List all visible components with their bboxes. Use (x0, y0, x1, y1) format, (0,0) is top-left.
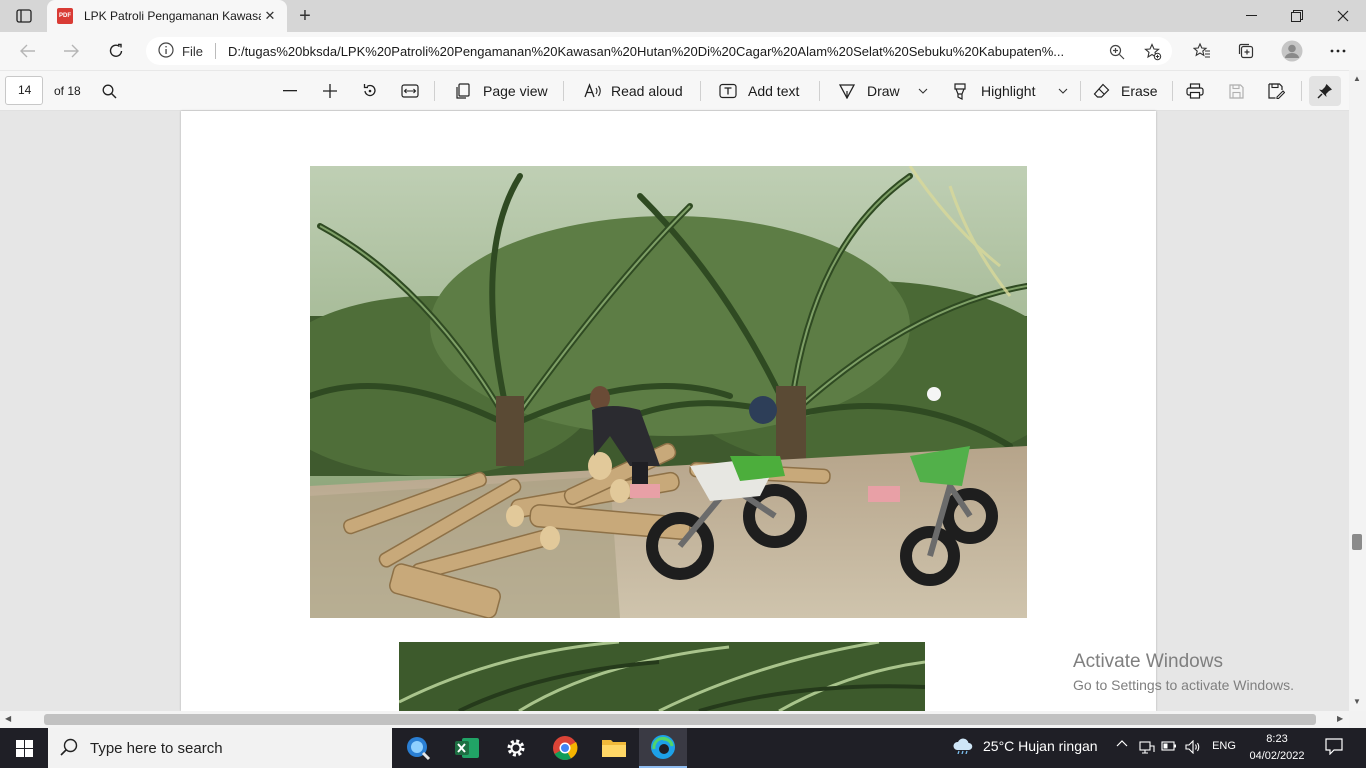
battery-icon[interactable] (1160, 740, 1178, 752)
windows-start-icon[interactable] (0, 728, 48, 768)
rotate-icon[interactable] (359, 82, 381, 100)
draw-button[interactable]: Draw (867, 83, 900, 99)
toolbar-divider (1172, 81, 1173, 101)
taskbar-app-excel-icon[interactable] (443, 728, 491, 768)
tab-close-icon[interactable]: ✕ (261, 7, 279, 25)
pdf-toolbar (0, 70, 1366, 111)
toolbar-divider (563, 81, 564, 101)
restore-button[interactable] (1274, 0, 1320, 32)
network-icon[interactable] (1138, 740, 1156, 754)
page-number-input[interactable]: 14 (5, 76, 43, 105)
pdf-file-icon: PDF (57, 8, 73, 24)
activation-watermark: Activate Windows Go to Settings to activ… (1073, 651, 1294, 693)
address-bar[interactable]: File D:/tugas%20bksda/LPK%20Patroli%20Pe… (146, 37, 1172, 65)
page-total-label: of 18 (54, 84, 81, 98)
cloud-rain-icon (953, 738, 973, 754)
browser-tab-active[interactable]: PDF LPK Patroli Pengamanan Kawasan Hutan… (47, 0, 287, 32)
horizontal-scroll-thumb[interactable] (44, 714, 1316, 725)
back-button[interactable] (16, 40, 40, 62)
add-text-button[interactable]: Add text (748, 83, 799, 99)
search-icon (60, 738, 78, 759)
language-indicator[interactable]: ENG (1208, 740, 1240, 752)
patrol-photo-second (399, 642, 925, 711)
refresh-button[interactable] (104, 40, 128, 62)
taskbar-app-file-explorer-icon[interactable] (590, 728, 638, 768)
erase-icon[interactable] (1090, 82, 1112, 100)
taskbar-app-chrome-icon[interactable] (541, 728, 589, 768)
tab-actions-icon[interactable] (10, 6, 38, 26)
close-window-button[interactable] (1320, 0, 1366, 32)
toolbar-divider (1301, 81, 1302, 101)
fit-page-icon[interactable] (399, 82, 421, 100)
pin-toolbar-icon[interactable] (1309, 76, 1341, 106)
watermark-title: Activate Windows (1073, 651, 1223, 672)
patrol-photo (310, 166, 1027, 618)
scroll-up-icon[interactable]: ▲ (1353, 74, 1361, 83)
page-view-icon[interactable] (452, 82, 474, 100)
minimize-button[interactable] (1228, 0, 1274, 32)
scroll-left-icon[interactable]: ◀ (5, 714, 11, 723)
watermark-subtitle: Go to Settings to activate Windows. (1073, 677, 1294, 693)
draw-chevron-down-icon[interactable] (912, 82, 934, 100)
weather-widget[interactable]: 25°C Hujan ringan (952, 738, 1098, 754)
taskbar-search-box[interactable]: Type here to search (48, 728, 392, 768)
print-icon[interactable] (1184, 82, 1206, 100)
clock-time: 8:23 (1266, 733, 1288, 745)
address-scheme-label: File (182, 43, 203, 59)
clock-date: 04/02/2022 (1249, 750, 1305, 762)
toolbar-divider (819, 81, 820, 101)
profile-avatar[interactable] (1280, 40, 1304, 62)
taskbar-clock[interactable]: 8:23 04/02/2022 (1244, 731, 1310, 765)
taskbar-app-settings-icon[interactable] (492, 728, 540, 768)
scroll-right-icon[interactable]: ▶ (1337, 714, 1343, 723)
read-aloud-icon[interactable] (582, 82, 604, 100)
address-divider (214, 43, 216, 59)
zoom-out-icon[interactable] (279, 82, 301, 100)
tab-title: LPK Patroli Pengamanan Kawasan Hutan (84, 9, 261, 23)
search-placeholder: Type here to search (90, 739, 223, 757)
save-as-icon[interactable] (1265, 82, 1287, 100)
info-icon[interactable] (158, 41, 174, 61)
taskbar-app-explorer-search-icon[interactable] (394, 728, 442, 768)
page-view-button[interactable]: Page view (483, 83, 548, 99)
zoom-in-icon[interactable] (319, 82, 341, 100)
save-icon[interactable] (1225, 82, 1247, 100)
erase-button[interactable]: Erase (1121, 83, 1158, 99)
show-hidden-icons-chevron-up-icon[interactable] (1114, 740, 1130, 747)
add-text-icon[interactable] (717, 82, 739, 100)
draw-icon[interactable] (836, 82, 858, 100)
add-favorite-icon[interactable] (1144, 43, 1162, 61)
toolbar-divider (434, 81, 435, 101)
highlight-chevron-down-icon[interactable] (1052, 82, 1074, 100)
toolbar-divider (700, 81, 701, 101)
favorites-icon[interactable] (1190, 40, 1214, 62)
highlight-icon[interactable] (949, 82, 971, 100)
collections-icon[interactable] (1234, 40, 1258, 62)
new-tab-button[interactable]: + (294, 4, 316, 28)
more-options-icon[interactable] (1326, 40, 1350, 62)
toolbar-divider (1080, 81, 1081, 101)
scroll-down-icon[interactable]: ▼ (1353, 697, 1361, 706)
taskbar-app-edge-icon[interactable] (639, 728, 687, 768)
forward-button[interactable] (59, 40, 83, 62)
notifications-icon[interactable] (1322, 738, 1346, 755)
read-aloud-button[interactable]: Read aloud (611, 83, 683, 99)
url-text[interactable]: D:/tugas%20bksda/LPK%20Patroli%20Pengama… (228, 44, 1094, 59)
volume-icon[interactable] (1184, 740, 1202, 754)
vertical-scrollbar[interactable] (1349, 70, 1366, 711)
zoom-icon[interactable] (1108, 43, 1126, 61)
find-icon[interactable] (98, 82, 120, 100)
vertical-scroll-thumb[interactable] (1352, 534, 1362, 550)
highlight-button[interactable]: Highlight (981, 83, 1035, 99)
weather-text: 25°C Hujan ringan (983, 738, 1098, 754)
